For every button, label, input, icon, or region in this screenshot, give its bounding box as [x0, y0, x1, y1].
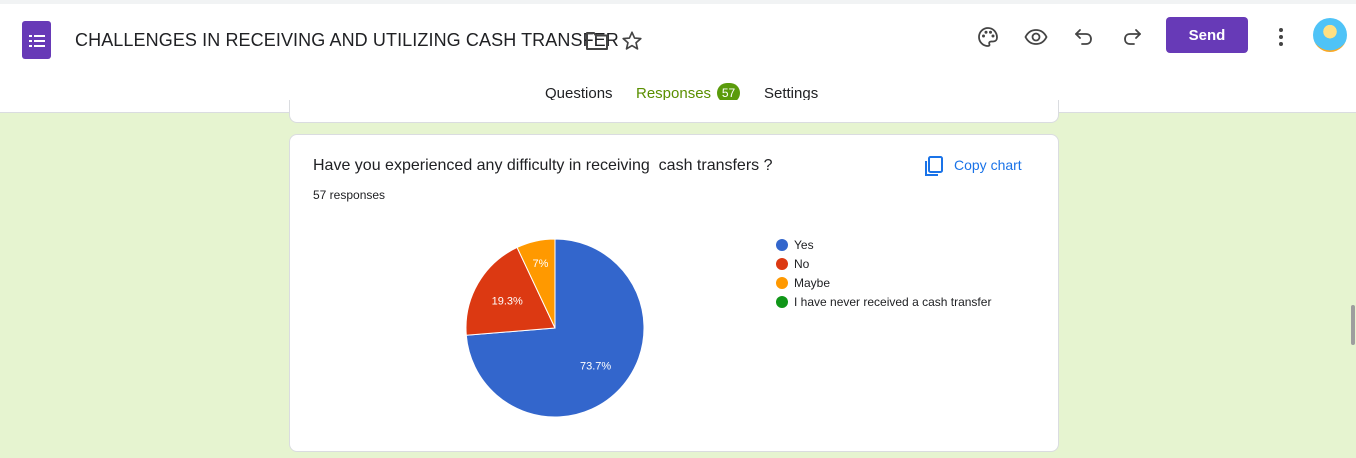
- legend-swatch: [776, 257, 788, 270]
- star-icon[interactable]: [621, 30, 643, 52]
- legend-item: Maybe: [776, 273, 991, 292]
- avatar[interactable]: [1313, 18, 1347, 52]
- pie-label-maybe: 7%: [532, 258, 548, 270]
- chart-legend: Yes No Maybe I have never received a cash t…: [776, 235, 991, 311]
- legend-swatch: [776, 276, 788, 289]
- folder-icon[interactable]: [585, 30, 609, 52]
- legend-label: Maybe: [794, 275, 831, 290]
- preview-eye-icon[interactable]: [1024, 25, 1048, 49]
- pie-chart: 73.7% 19.3% 7%: [465, 238, 645, 418]
- top-strip: [0, 0, 1356, 4]
- legend-item: Yes: [776, 235, 991, 254]
- more-vert-icon[interactable]: [1272, 25, 1290, 49]
- top-app-bar: CHALLENGES IN RECEIVING AND UTILIZING CA…: [0, 0, 1356, 113]
- previous-card: [289, 100, 1059, 123]
- copy-chart-button[interactable]: Copy chart: [954, 157, 1022, 173]
- send-button[interactable]: Send: [1166, 17, 1248, 53]
- pie-label-no: 19.3%: [492, 295, 523, 307]
- pie-label-yes: 73.7%: [580, 360, 611, 372]
- scrollbar-thumb[interactable]: [1351, 305, 1355, 345]
- response-count: 57 responses: [313, 188, 386, 202]
- legend-label: I have never received a cash transfer: [794, 294, 992, 309]
- legend-label: No: [794, 256, 810, 271]
- document-title[interactable]: CHALLENGES IN RECEIVING AND UTILIZING CA…: [75, 30, 619, 51]
- redo-icon[interactable]: [1120, 25, 1144, 49]
- forms-app-icon[interactable]: [22, 21, 51, 59]
- legend-swatch: [776, 295, 788, 308]
- legend-item: I have never received a cash transfer: [776, 292, 991, 311]
- question-title: Have you experienced any difficulty in r…: [313, 157, 773, 174]
- copy-icon[interactable]: [923, 155, 945, 177]
- legend-swatch: [776, 238, 788, 251]
- undo-icon[interactable]: [1072, 25, 1096, 49]
- legend-label: Yes: [794, 237, 814, 252]
- legend-item: No: [776, 254, 991, 273]
- palette-icon[interactable]: [976, 25, 1000, 49]
